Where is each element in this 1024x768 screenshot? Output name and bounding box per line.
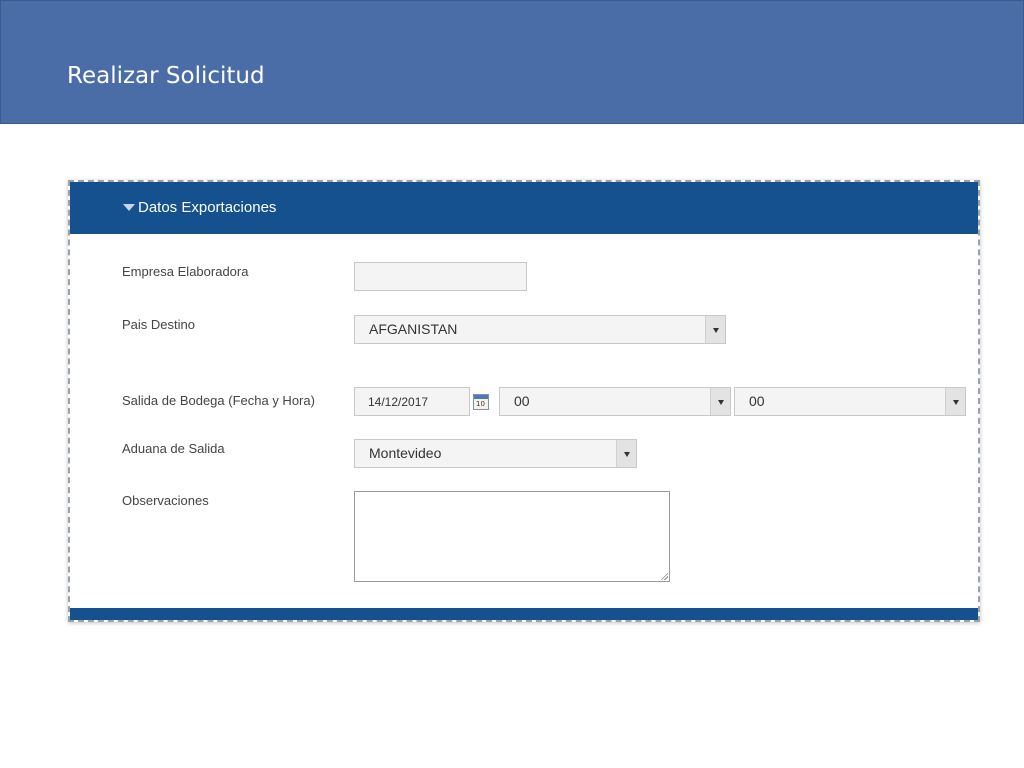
panel-footer (70, 608, 978, 620)
hora-select[interactable]: 00 (499, 387, 731, 416)
pais-label: Pais Destino (122, 317, 195, 332)
chevron-down-icon[interactable] (710, 388, 730, 415)
chevron-down-icon[interactable] (705, 316, 725, 343)
page-title: Realizar Solicitud (67, 63, 265, 89)
calendar-icon[interactable]: 10 (473, 394, 489, 410)
aduana-select[interactable]: Montevideo (354, 439, 637, 468)
pais-select[interactable]: AFGANISTAN (354, 315, 726, 344)
minuto-selected-value: 00 (749, 393, 765, 409)
empresa-input[interactable] (354, 262, 527, 291)
aduana-label: Aduana de Salida (122, 441, 225, 456)
hora-selected-value: 00 (514, 393, 530, 409)
chevron-down-icon[interactable] (616, 440, 636, 467)
aduana-selected-value: Montevideo (369, 445, 442, 461)
fecha-input[interactable]: 14/12/2017 (354, 387, 470, 416)
empresa-label: Empresa Elaboradora (122, 264, 249, 279)
observaciones-textarea[interactable] (354, 491, 670, 582)
caret-down-icon[interactable] (123, 204, 135, 211)
form-panel: Datos Exportaciones Empresa Elaboradora … (68, 180, 980, 622)
section-header[interactable]: Datos Exportaciones (70, 182, 978, 234)
minuto-select[interactable]: 00 (734, 387, 966, 416)
resize-handle-icon[interactable] (660, 572, 668, 580)
pais-selected-value: AFGANISTAN (369, 321, 458, 337)
section-title: Datos Exportaciones (138, 199, 277, 216)
observaciones-label: Observaciones (122, 493, 209, 508)
top-banner: Realizar Solicitud (0, 0, 1024, 124)
chevron-down-icon[interactable] (945, 388, 965, 415)
salida-label: Salida de Bodega (Fecha y Hora) (122, 393, 315, 408)
